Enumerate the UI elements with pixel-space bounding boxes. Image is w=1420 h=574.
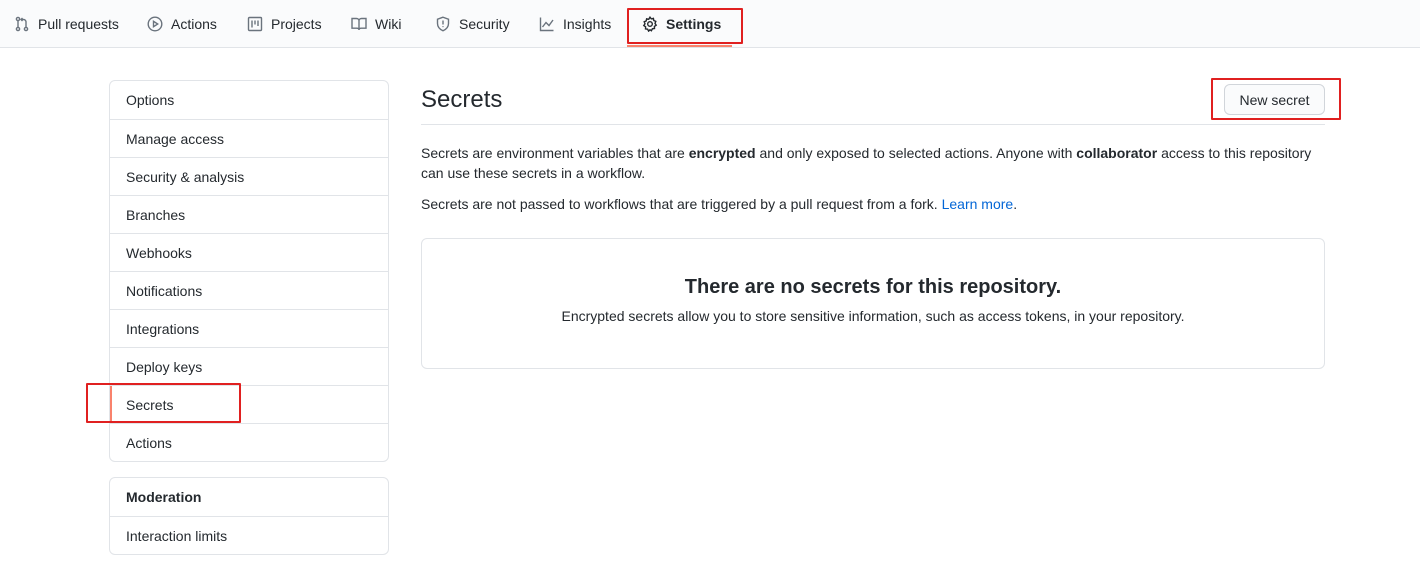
graph-icon [539,17,554,32]
sidebar-item-label: Security & analysis [126,168,245,185]
tab-wiki[interactable]: Wiki [351,0,401,48]
sidebar-item-label: Notifications [126,282,203,299]
sidebar-item-security-analysis[interactable]: Security & analysis [110,157,388,195]
sidebar-item-label: Manage access [126,130,225,147]
empty-state-title: There are no secrets for this repository… [684,276,1062,298]
sidebar-item-secrets[interactable]: Secrets [110,385,388,423]
sidebar-item-branches[interactable]: Branches [110,195,388,233]
git-pull-request-icon [15,16,29,32]
tab-label: Settings [666,16,722,32]
tab-label: Insights [563,16,612,32]
empty-state-subtitle: Encrypted secrets allow you to store sen… [561,308,1185,324]
desc-text: and only exposed to selected actions. An… [755,145,1077,161]
sidebar-item-options[interactable]: Options [110,81,388,119]
tab-label: Security [459,16,510,32]
sidebar-item-label: Deploy keys [126,358,203,375]
learn-more-link[interactable]: Learn more [942,196,1014,212]
sidebar-item-label: Secrets [126,396,174,413]
gear-icon [642,16,658,32]
sidebar-item-actions[interactable]: Actions [110,423,388,461]
project-icon [247,16,263,32]
sidebar-item-label: Branches [126,206,186,223]
sidebar-item-label: Interaction limits [126,527,228,544]
moderation-menu: Moderation Interaction limits [109,477,389,555]
settings-menu: Options Manage access Security & analysi… [109,80,389,462]
sidebar-item-label: Options [126,92,175,108]
tab-pull-requests[interactable]: Pull requests [14,0,119,48]
tab-label: Actions [171,16,217,32]
repo-nav: Pull requests Actions Projects Wiki Secu… [0,0,1420,48]
tab-security[interactable]: Security [435,0,510,48]
title-divider [421,124,1325,125]
sidebar-item-deploy-keys[interactable]: Deploy keys [110,347,388,385]
sidebar-item-manage-access[interactable]: Manage access [110,119,388,157]
sidebar-item-label: Integrations [126,320,200,337]
sidebar-item-notifications[interactable]: Notifications [110,271,388,309]
fork-notice-text: Secrets are not passed to workflows that… [421,196,942,212]
page-title: Secrets [421,86,503,113]
desc-emphasis-encrypted: encrypted [688,145,756,161]
tab-settings[interactable]: Settings [642,0,721,48]
moderation-heading: Moderation [126,489,202,505]
fork-notice: Secrets are not passed to workflows that… [421,194,1325,214]
tab-label: Wiki [375,16,402,32]
tab-label: Pull requests [38,16,119,32]
fork-notice-end: . [1013,196,1018,212]
tab-actions[interactable]: Actions [147,0,217,48]
sidebar-item-label: Webhooks [126,244,192,261]
sidebar-item-label: Actions [126,434,172,451]
tab-label: Projects [271,16,322,32]
shield-icon [436,16,450,32]
active-tab-underline [627,45,732,47]
desc-emphasis-collaborator: collaborator [1076,145,1158,161]
tab-projects[interactable]: Projects [247,0,322,48]
new-secret-button[interactable]: New secret [1224,84,1325,115]
book-icon [351,17,367,31]
sidebar-item-integrations[interactable]: Integrations [110,309,388,347]
sidebar-item-interaction-limits[interactable]: Interaction limits [110,516,388,554]
sidebar-item-webhooks[interactable]: Webhooks [110,233,388,271]
desc-text: Secrets are environment variables that a… [421,145,689,161]
secrets-description: Secrets are environment variables that a… [421,143,1325,183]
play-icon [147,16,163,32]
tab-insights[interactable]: Insights [539,0,611,48]
empty-state: There are no secrets for this repository… [421,238,1325,369]
